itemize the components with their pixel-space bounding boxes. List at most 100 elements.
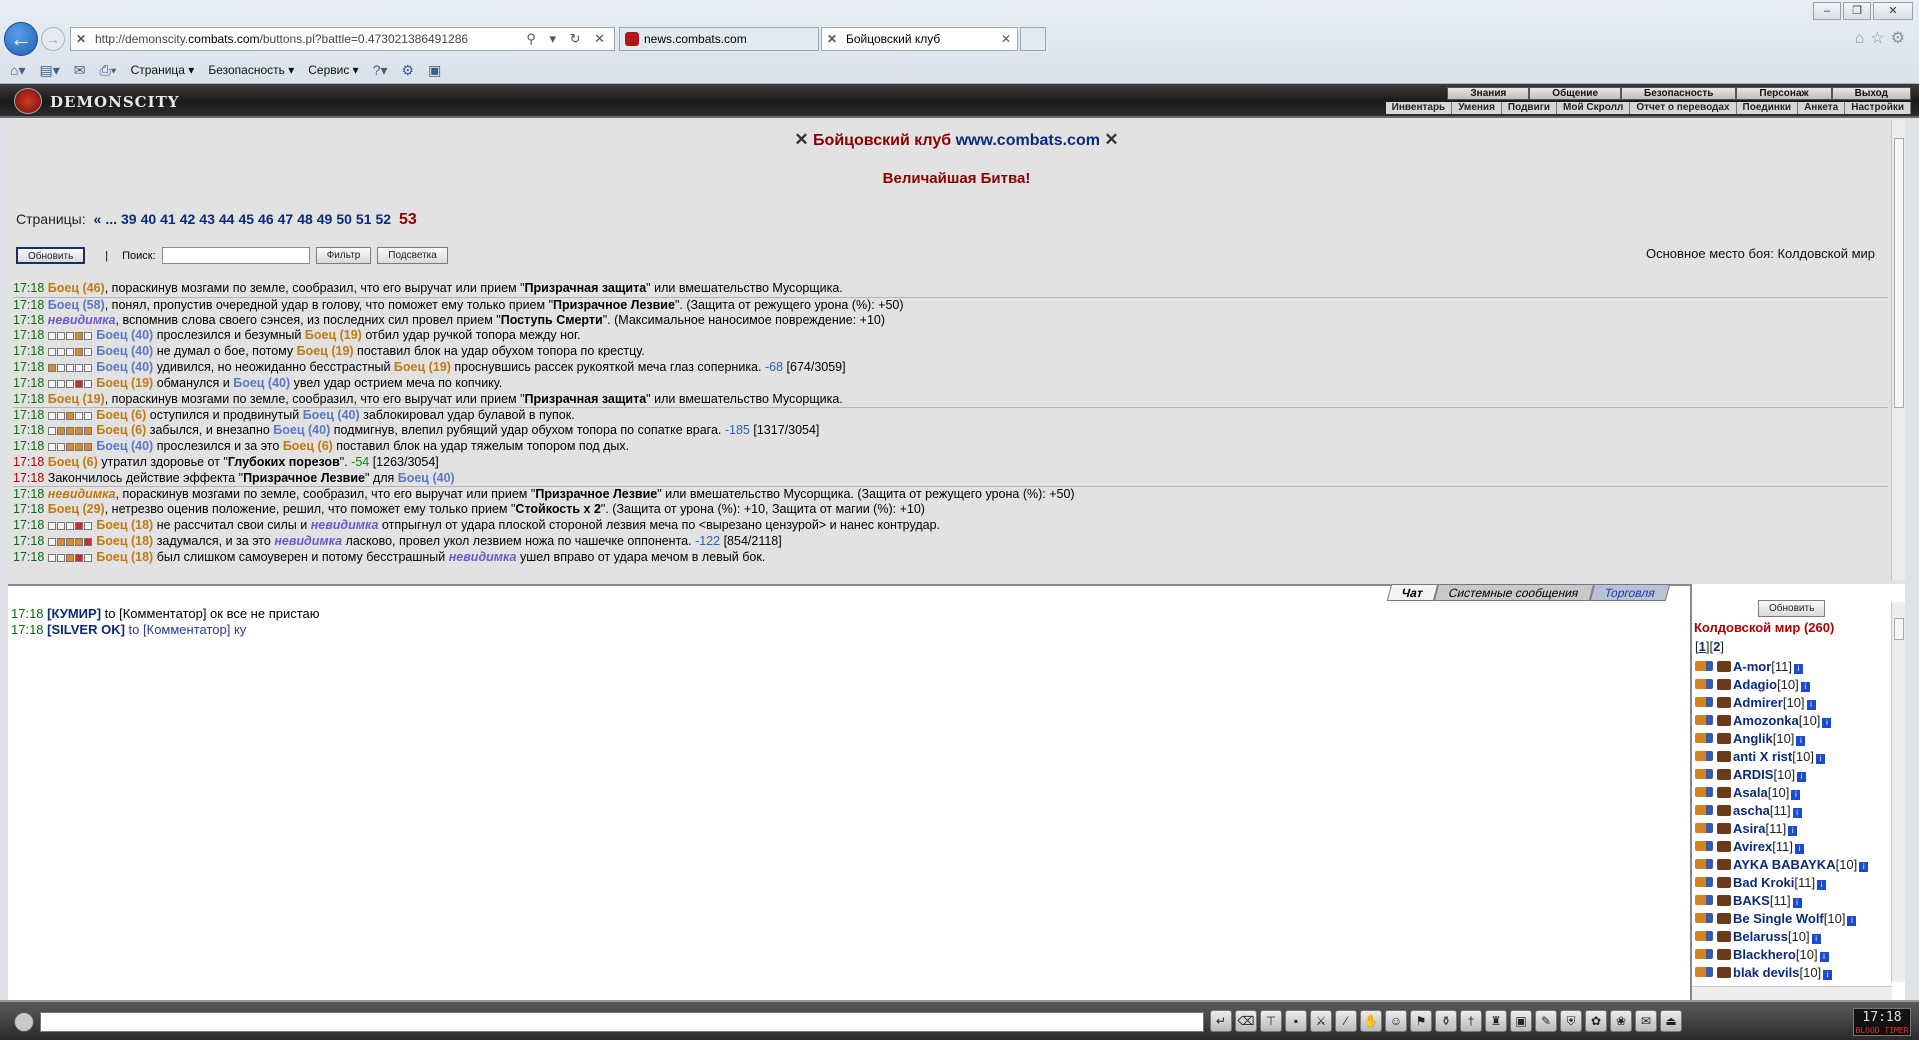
user-row[interactable]: Admirer[10] i (1695, 694, 1895, 712)
help-icon[interactable]: ?▾ (373, 62, 388, 79)
info-icon[interactable]: i (1800, 682, 1810, 692)
menu-knowledge[interactable]: Знания (1447, 87, 1530, 100)
private-message-icon[interactable] (1695, 931, 1713, 941)
chat-nick[interactable]: [КУМИР] (47, 606, 101, 621)
page-link[interactable]: 48 (297, 211, 313, 227)
new-tab-button[interactable] (1020, 27, 1046, 51)
private-message-icon[interactable] (1695, 859, 1713, 869)
menu-safety[interactable]: Безопасность ▾ (208, 63, 294, 77)
user-row[interactable]: Anglik[10] i (1695, 730, 1895, 748)
info-icon[interactable]: i (1819, 952, 1829, 962)
title-site-link[interactable]: www.combats.com (956, 132, 1100, 149)
submenu-skills[interactable]: Умения (1452, 102, 1502, 114)
page-link[interactable]: 39 (121, 211, 137, 227)
users-refresh-button[interactable]: Обновить (1758, 600, 1826, 617)
minimize-button[interactable]: – (1813, 2, 1841, 20)
user-name[interactable]: A-mor (1733, 659, 1771, 674)
page-link[interactable]: 50 (336, 211, 352, 227)
page-link[interactable]: 46 (258, 211, 274, 227)
user-row[interactable]: Asala[10] i (1695, 784, 1895, 802)
user-name[interactable]: Asira (1733, 821, 1766, 836)
user-name[interactable]: Avirex (1733, 839, 1772, 854)
user-row[interactable]: BAKS[11] i (1695, 892, 1895, 910)
menu-communication[interactable]: Общение (1529, 87, 1621, 100)
page-link[interactable]: 44 (219, 211, 235, 227)
private-message-icon[interactable] (1695, 751, 1713, 761)
menu-character[interactable]: Персонаж (1736, 87, 1832, 100)
user-name[interactable]: BAKS (1733, 893, 1770, 908)
page-link[interactable]: 51 (356, 211, 372, 227)
page-link[interactable]: 45 (238, 211, 254, 227)
user-name[interactable]: anti X rist (1733, 749, 1792, 764)
chat-nick[interactable]: [SILVER OK] (47, 622, 125, 637)
close-tab-icon[interactable]: ✕ (1001, 28, 1011, 50)
private-message-icon[interactable] (1695, 805, 1713, 815)
private-message-icon[interactable] (1695, 913, 1713, 923)
scroll-icon[interactable]: ✎ (1535, 1010, 1557, 1032)
user-name[interactable]: ascha (1733, 803, 1770, 818)
user-row[interactable]: AYKA BABAYKA[10] i (1695, 856, 1895, 874)
info-icon[interactable]: i (1817, 880, 1827, 890)
info-icon[interactable]: i (1792, 808, 1802, 818)
private-message-icon[interactable] (1695, 733, 1713, 743)
submenu-inventory[interactable]: Инвентарь (1385, 102, 1453, 114)
home-favorites-settings-icons[interactable]: ⌂☆⚙ (1855, 28, 1911, 48)
gear-icon[interactable]: ⚙ (402, 62, 415, 79)
potion-icon[interactable]: ⚱ (1435, 1010, 1457, 1032)
user-row[interactable]: ARDIS[10] i (1695, 766, 1895, 784)
user-name[interactable]: ARDIS (1733, 767, 1773, 782)
scrollbar-thumb[interactable] (1894, 138, 1904, 408)
submenu-feats[interactable]: Подвиги (1501, 102, 1558, 114)
tab-system-messages[interactable]: Системные сообщения (1434, 584, 1595, 601)
page-link[interactable]: ... (105, 211, 117, 227)
home-icon[interactable]: ⌂▾ (10, 62, 25, 79)
slash-icon[interactable]: ⁄ (1335, 1010, 1357, 1032)
hand-icon[interactable]: ✋ (1360, 1010, 1382, 1032)
battle-log-scrollbar[interactable] (1891, 120, 1905, 580)
user-row[interactable]: blak devils[10] i (1695, 964, 1895, 982)
clan-icon[interactable]: ⚑ (1410, 1010, 1432, 1032)
filter-icon[interactable]: ⊤ (1260, 1010, 1282, 1032)
refresh-button[interactable]: Обновить (16, 247, 86, 264)
gift-icon[interactable]: ✿ (1585, 1010, 1607, 1032)
private-message-icon[interactable] (1695, 679, 1713, 689)
user-row[interactable]: ascha[11] i (1695, 802, 1895, 820)
user-row[interactable]: A-mor[11] i (1695, 658, 1895, 676)
user-name[interactable]: Amozonka (1733, 713, 1799, 728)
back-button[interactable]: ← (4, 22, 38, 56)
info-icon[interactable]: i (1822, 718, 1832, 728)
tab-news[interactable]: news.combats.com (619, 27, 819, 51)
user-name[interactable]: Blackhero (1733, 947, 1796, 962)
info-icon[interactable]: i (1815, 754, 1825, 764)
forward-button[interactable]: → (41, 27, 65, 51)
mail-icon[interactable]: ✉ (74, 62, 86, 79)
chat-input[interactable] (40, 1012, 1204, 1032)
menu-exit[interactable]: Выход (1831, 87, 1911, 100)
bottle-icon[interactable]: ♜ (1485, 1010, 1507, 1032)
user-name[interactable]: Be Single Wolf (1733, 911, 1824, 926)
private-message-icon[interactable] (1695, 661, 1713, 671)
user-name[interactable]: Adagio (1733, 677, 1777, 692)
user-name[interactable]: Anglik (1733, 731, 1773, 746)
scrollbar-thumb[interactable] (1894, 618, 1904, 640)
private-message-icon[interactable] (1695, 841, 1713, 851)
page-link[interactable]: 40 (141, 211, 157, 227)
chat-mode-icon[interactable] (14, 1012, 34, 1032)
chat-bubble-icon[interactable]: ✉ (1635, 1010, 1657, 1032)
user-row[interactable]: Amozonka[10] i (1695, 712, 1895, 730)
info-icon[interactable]: i (1794, 664, 1803, 674)
highlight-button[interactable]: Подсветка (377, 247, 448, 264)
page-link[interactable]: 52 (376, 211, 392, 227)
user-row[interactable]: Adagio[10] i (1695, 676, 1895, 694)
smiley-icon[interactable]: ☺ (1385, 1010, 1407, 1032)
page-link[interactable]: « (94, 211, 102, 227)
private-message-icon[interactable] (1695, 769, 1713, 779)
submenu-duels[interactable]: Поединки (1736, 102, 1799, 114)
submenu-profile[interactable]: Анкета (1798, 102, 1846, 114)
user-row[interactable]: anti X rist[10] i (1695, 748, 1895, 766)
shield-icon[interactable]: ⛨ (1560, 1010, 1582, 1032)
user-row[interactable]: Avirex[11] i (1695, 838, 1895, 856)
search-input[interactable] (161, 247, 310, 264)
page-link[interactable]: 43 (199, 211, 215, 227)
user-row[interactable]: Asira[11] i (1695, 820, 1895, 838)
